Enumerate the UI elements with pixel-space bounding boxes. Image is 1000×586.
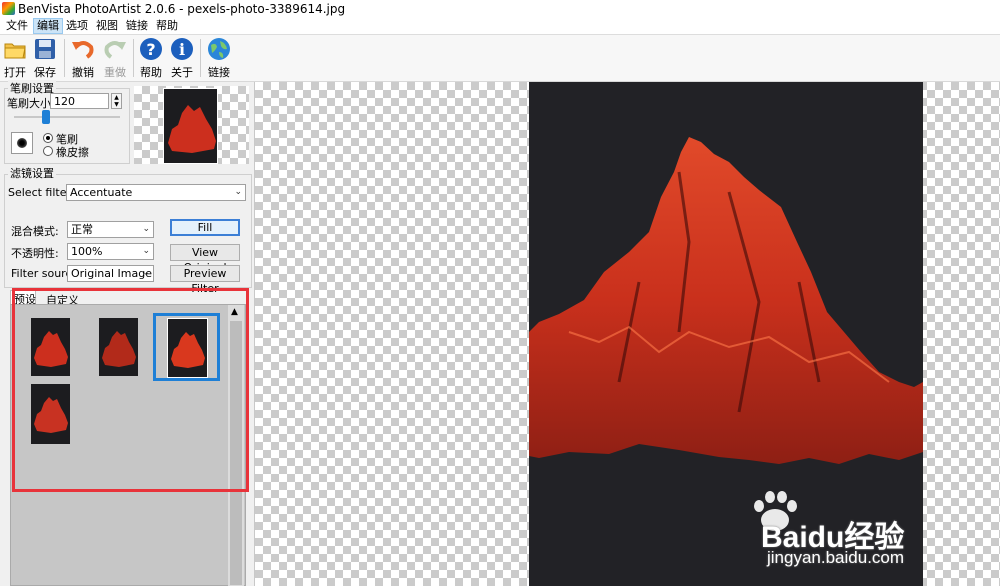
preview-filter-button[interactable]: Preview Filter <box>170 265 240 295</box>
help-button[interactable]: ? 帮助 <box>137 37 165 80</box>
opacity-select[interactable]: 100% ⌄ <box>67 243 154 260</box>
link-button[interactable]: 链接 <box>205 37 233 80</box>
brush-size-label: 笔刷大小 <box>7 97 51 110</box>
opacity-label: 不透明性: <box>11 247 59 260</box>
redo-button[interactable]: 重做 <box>101 37 129 80</box>
folder-icon <box>3 37 27 61</box>
eraser-radio-label: 橡皮擦 <box>56 146 89 159</box>
title-bar: BenVista PhotoArtist 2.0.6 - pexels-phot… <box>0 0 1000 18</box>
chevron-down-icon: ⌄ <box>142 268 150 278</box>
chevron-down-icon: ⌄ <box>234 187 242 197</box>
floppy-icon <box>33 37 57 61</box>
brush-size-slider-thumb[interactable] <box>42 110 50 124</box>
about-button[interactable]: i 关于 <box>168 37 196 80</box>
menu-view[interactable]: 视图 <box>93 19 121 33</box>
brush-size-slider-track[interactable] <box>14 116 120 118</box>
toolbar-separator <box>200 39 201 77</box>
filter-group-title: 滤镜设置 <box>8 165 56 181</box>
save-label: 保存 <box>34 66 56 79</box>
menu-file[interactable]: 文件 <box>3 19 31 33</box>
brush-dot-icon <box>17 138 27 148</box>
blend-mode-label: 混合模式: <box>11 225 59 238</box>
blend-mode-select[interactable]: 正常 ⌄ <box>67 221 154 238</box>
save-button[interactable]: 保存 <box>31 37 59 80</box>
menu-bar: 文件 编辑 选项 视图 链接 帮助 <box>0 18 1000 35</box>
brush-group-title: 笔刷设置 <box>8 80 56 96</box>
highlight-box <box>12 288 249 492</box>
filter-source-value: Original Image <box>71 267 152 280</box>
globe-icon <box>207 37 231 61</box>
eraser-radio[interactable] <box>43 146 53 156</box>
menu-link[interactable]: 链接 <box>123 19 151 33</box>
baidu-watermark: Baidu经验 jingyan.baidu.com <box>745 486 945 567</box>
menu-edit[interactable]: 编辑 <box>33 18 63 34</box>
redo-icon <box>103 37 127 61</box>
filter-source-select[interactable]: Original Image ⌄ <box>67 265 154 282</box>
brush-size-input[interactable]: 120 <box>50 93 109 109</box>
undo-button[interactable]: 撤销 <box>69 37 97 80</box>
navigator-preview[interactable] <box>134 86 249 164</box>
window-title: BenVista PhotoArtist 2.0.6 - pexels-phot… <box>18 2 346 16</box>
chevron-down-icon: ⌄ <box>142 224 150 234</box>
info-icon: i <box>170 37 194 61</box>
chevron-down-icon: ⌄ <box>142 246 150 256</box>
undo-icon <box>71 37 95 61</box>
toolbar-separator <box>133 39 134 77</box>
svg-text:i: i <box>179 40 185 59</box>
redo-label: 重做 <box>104 66 126 79</box>
open-button[interactable]: 打开 <box>1 37 29 80</box>
about-label: 关于 <box>171 66 193 79</box>
svg-text:?: ? <box>146 40 155 59</box>
brush-radio[interactable] <box>43 133 53 143</box>
blend-mode-value: 正常 <box>71 223 93 236</box>
open-label: 打开 <box>4 66 26 79</box>
toolbar-separator <box>64 39 65 77</box>
help-icon: ? <box>139 37 163 61</box>
undo-label: 撤销 <box>72 66 94 79</box>
menu-options[interactable]: 选项 <box>63 19 91 33</box>
app-icon <box>2 2 15 15</box>
filter-select[interactable]: Accentuate ⌄ <box>66 184 246 201</box>
help-label: 帮助 <box>140 66 162 79</box>
link-label: 链接 <box>208 66 230 79</box>
fill-button[interactable]: Fill <box>170 219 240 236</box>
mountain-shape <box>529 137 923 464</box>
opacity-value: 100% <box>71 245 103 258</box>
navigator-thumbnail <box>163 88 218 164</box>
menu-help[interactable]: 帮助 <box>153 19 181 33</box>
watermark-url: jingyan.baidu.com <box>767 548 905 567</box>
select-filter-label: Select filter: <box>8 186 75 199</box>
view-original-button[interactable]: View Original <box>170 244 240 274</box>
toolbar: 打开 保存 撤销 重做 ? 帮助 i 关于 链接 <box>0 35 1000 82</box>
brush-preview <box>11 132 33 154</box>
filter-select-value: Accentuate <box>70 186 133 199</box>
brush-size-spinner[interactable]: ▲ ▼ <box>111 93 122 109</box>
